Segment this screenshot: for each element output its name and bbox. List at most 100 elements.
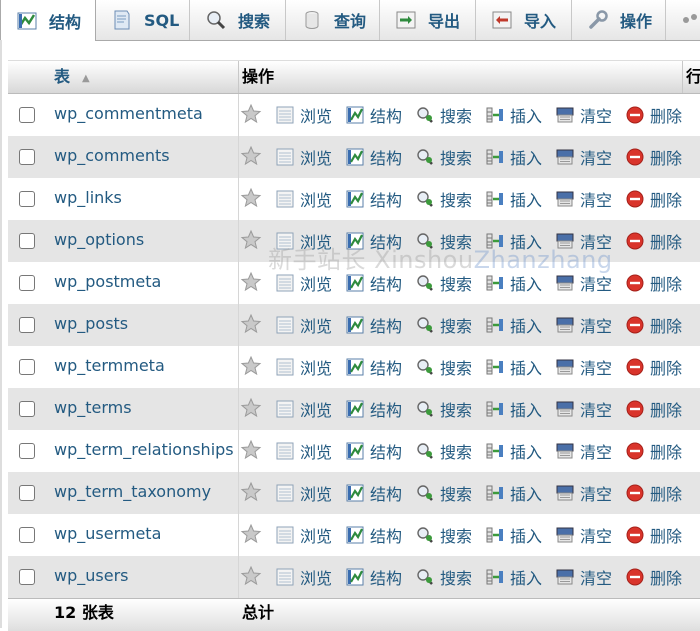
drop-action[interactable]: 删除 (624, 346, 682, 388)
table-name-link[interactable]: wp_postmeta (54, 262, 161, 302)
drop-action[interactable]: 删除 (624, 94, 682, 136)
favorite-star-icon[interactable] (240, 271, 262, 293)
browse-action[interactable]: 浏览 (274, 178, 332, 220)
table-name-link[interactable]: wp_posts (54, 304, 128, 344)
favorite-star-icon[interactable] (240, 187, 262, 209)
browse-action[interactable]: 浏览 (274, 94, 332, 136)
search-action[interactable]: 搜索 (414, 262, 472, 304)
empty-action[interactable]: 清空 (554, 136, 612, 178)
insert-action[interactable]: 插入 (484, 472, 542, 514)
drop-action[interactable]: 删除 (624, 220, 682, 262)
table-name-link[interactable]: wp_usermeta (54, 514, 161, 554)
structure-action[interactable]: 结构 (344, 220, 402, 262)
structure-action[interactable]: 结构 (344, 556, 402, 598)
tab-more[interactable] (666, 0, 700, 40)
structure-action[interactable]: 结构 (344, 346, 402, 388)
favorite-star-icon[interactable] (240, 145, 262, 167)
empty-action[interactable]: 清空 (554, 472, 612, 514)
row-checkbox[interactable] (19, 485, 35, 501)
drop-action[interactable]: 删除 (624, 430, 682, 472)
empty-action[interactable]: 清空 (554, 94, 612, 136)
table-name-link[interactable]: wp_options (54, 220, 144, 260)
browse-action[interactable]: 浏览 (274, 346, 332, 388)
drop-action[interactable]: 删除 (624, 304, 682, 346)
tab-structure[interactable]: 结构 (0, 0, 96, 41)
insert-action[interactable]: 插入 (484, 262, 542, 304)
insert-action[interactable]: 插入 (484, 346, 542, 388)
empty-action[interactable]: 清空 (554, 262, 612, 304)
row-checkbox[interactable] (19, 401, 35, 417)
browse-action[interactable]: 浏览 (274, 136, 332, 178)
row-checkbox[interactable] (19, 443, 35, 459)
row-checkbox[interactable] (19, 233, 35, 249)
drop-action[interactable]: 删除 (624, 514, 682, 556)
search-action[interactable]: 搜索 (414, 556, 472, 598)
favorite-star-icon[interactable] (240, 397, 262, 419)
favorite-star-icon[interactable] (240, 313, 262, 335)
table-name-link[interactable]: wp_commentmeta (54, 94, 203, 134)
search-action[interactable]: 搜索 (414, 346, 472, 388)
tab-query[interactable]: 查询 (286, 0, 380, 40)
insert-action[interactable]: 插入 (484, 430, 542, 472)
drop-action[interactable]: 删除 (624, 178, 682, 220)
favorite-star-icon[interactable] (240, 481, 262, 503)
favorite-star-icon[interactable] (240, 439, 262, 461)
insert-action[interactable]: 插入 (484, 556, 542, 598)
structure-action[interactable]: 结构 (344, 136, 402, 178)
row-checkbox[interactable] (19, 275, 35, 291)
table-name-link[interactable]: wp_users (54, 556, 128, 596)
row-checkbox[interactable] (19, 359, 35, 375)
table-column-header[interactable]: 表 ▲ (54, 61, 90, 93)
empty-action[interactable]: 清空 (554, 430, 612, 472)
search-action[interactable]: 搜索 (414, 514, 472, 556)
empty-action[interactable]: 清空 (554, 556, 612, 598)
table-name-link[interactable]: wp_links (54, 178, 122, 218)
insert-action[interactable]: 插入 (484, 94, 542, 136)
structure-action[interactable]: 结构 (344, 472, 402, 514)
favorite-star-icon[interactable] (240, 565, 262, 587)
tab-export[interactable]: 导出 (380, 0, 476, 40)
tab-sql[interactable]: SQL (96, 0, 190, 40)
rows-column-header[interactable]: 行 (686, 61, 700, 93)
drop-action[interactable]: 删除 (624, 388, 682, 430)
empty-action[interactable]: 清空 (554, 178, 612, 220)
insert-action[interactable]: 插入 (484, 220, 542, 262)
empty-action[interactable]: 清空 (554, 514, 612, 556)
tab-operations[interactable]: 操作 (572, 0, 666, 40)
insert-action[interactable]: 插入 (484, 514, 542, 556)
empty-action[interactable]: 清空 (554, 304, 612, 346)
row-checkbox[interactable] (19, 317, 35, 333)
drop-action[interactable]: 删除 (624, 262, 682, 304)
search-action[interactable]: 搜索 (414, 472, 472, 514)
browse-action[interactable]: 浏览 (274, 514, 332, 556)
table-name-link[interactable]: wp_term_taxonomy (54, 472, 211, 512)
empty-action[interactable]: 清空 (554, 220, 612, 262)
insert-action[interactable]: 插入 (484, 178, 542, 220)
table-header-label[interactable]: 表 (54, 67, 70, 86)
structure-action[interactable]: 结构 (344, 94, 402, 136)
structure-action[interactable]: 结构 (344, 304, 402, 346)
browse-action[interactable]: 浏览 (274, 472, 332, 514)
row-checkbox[interactable] (19, 569, 35, 585)
row-checkbox[interactable] (19, 107, 35, 123)
table-name-link[interactable]: wp_termmeta (54, 346, 165, 386)
drop-action[interactable]: 删除 (624, 136, 682, 178)
row-checkbox[interactable] (19, 191, 35, 207)
favorite-star-icon[interactable] (240, 103, 262, 125)
browse-action[interactable]: 浏览 (274, 556, 332, 598)
tab-import[interactable]: 导入 (476, 0, 572, 40)
browse-action[interactable]: 浏览 (274, 430, 332, 472)
structure-action[interactable]: 结构 (344, 262, 402, 304)
search-action[interactable]: 搜索 (414, 430, 472, 472)
drop-action[interactable]: 删除 (624, 556, 682, 598)
insert-action[interactable]: 插入 (484, 388, 542, 430)
insert-action[interactable]: 插入 (484, 136, 542, 178)
browse-action[interactable]: 浏览 (274, 304, 332, 346)
favorite-star-icon[interactable] (240, 523, 262, 545)
table-name-link[interactable]: wp_terms (54, 388, 132, 428)
browse-action[interactable]: 浏览 (274, 262, 332, 304)
insert-action[interactable]: 插入 (484, 304, 542, 346)
empty-action[interactable]: 清空 (554, 346, 612, 388)
structure-action[interactable]: 结构 (344, 514, 402, 556)
table-name-link[interactable]: wp_term_relationships (54, 430, 234, 470)
